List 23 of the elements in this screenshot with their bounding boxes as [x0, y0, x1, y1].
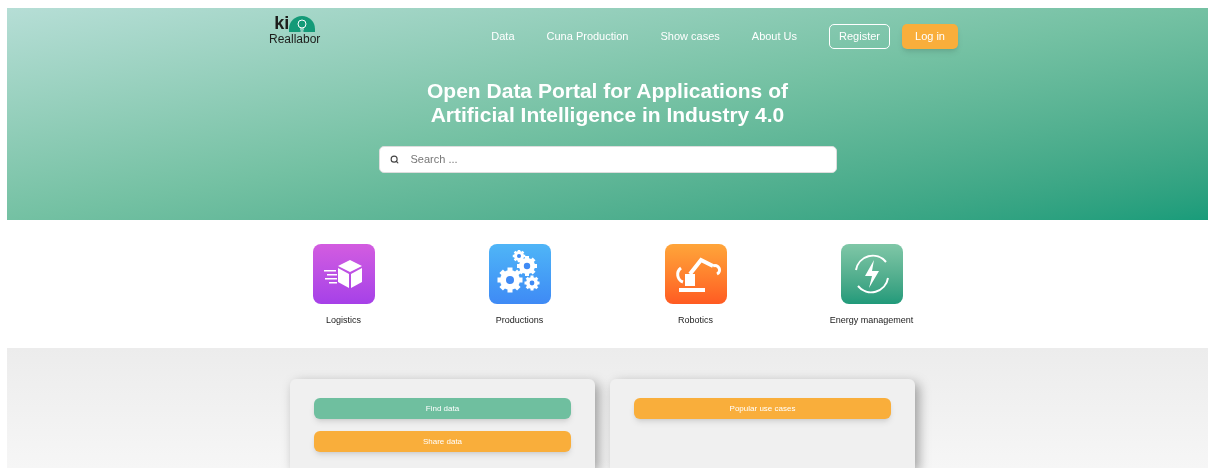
search-field[interactable]: Search ...: [378, 145, 837, 173]
nav-link[interactable]: Cuna Production: [546, 28, 629, 45]
category-tile[interactable]: [664, 244, 727, 304]
login-button[interactable]: Log in: [902, 24, 958, 49]
category-tile[interactable]: [488, 244, 551, 304]
nav-link[interactable]: Show cases: [660, 28, 720, 45]
category-tile[interactable]: [840, 244, 903, 304]
register-button[interactable]: Register: [829, 24, 890, 49]
category-label[interactable]: Energy management: [829, 314, 914, 328]
action-button[interactable]: Share data: [314, 431, 571, 452]
category-tile[interactable]: [312, 244, 375, 304]
lightbulb-icon: [297, 19, 308, 32]
nav-link[interactable]: About Us: [751, 28, 798, 45]
package-icon: [323, 258, 364, 290]
hero-title: Open Data Portal for Applications of Artificial Intelligence in Industry 4.0: [426, 78, 789, 127]
nav-link[interactable]: Data: [491, 28, 515, 45]
action-button[interactable]: Popular use cases: [634, 398, 891, 419]
action-button[interactable]: Find data: [314, 398, 571, 419]
search-icon: [389, 154, 399, 164]
category-label[interactable]: Productions: [495, 314, 544, 328]
logo[interactable]: ki Reallabor: [269, 14, 321, 45]
category-label[interactable]: Robotics: [678, 314, 713, 328]
category-label[interactable]: Logistics: [326, 314, 361, 328]
